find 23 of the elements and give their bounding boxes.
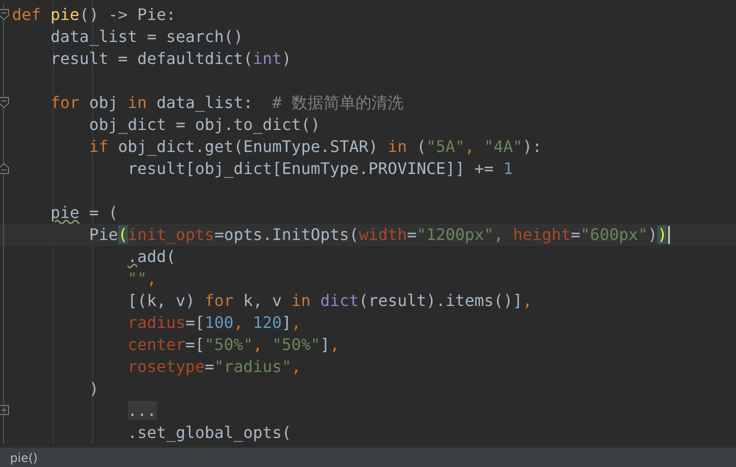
code-line: Pie(init_opts=opts.InitOpts(width="1200px", height="600px")) (88, 224, 668, 246)
code-line: ) (88, 378, 99, 400)
breadcrumb-item[interactable]: pie() (10, 450, 38, 464)
code-line: .add( (126, 246, 176, 268)
fold-icon[interactable] (0, 9, 9, 20)
code-line: .set_global_opts( (126, 422, 292, 444)
code-line: result[obj_dict[EnumType.PROVINCE]] += 1 (126, 158, 513, 180)
fold-icon[interactable] (0, 163, 9, 174)
code-line: center=["50%", "50%"], (126, 334, 340, 356)
code-line: pie = ( (50, 202, 118, 224)
code-line: [(k, v) for k, v in dict(result).items()], (126, 290, 532, 312)
code-line: "", (126, 268, 156, 290)
code-line: obj_dict = obj.to_dict() (88, 114, 320, 136)
code-line: rosetype="radius", (126, 356, 301, 378)
expand-icon[interactable] (0, 405, 9, 415)
code-line: data_list = search() (50, 26, 244, 48)
code-line: result = defaultdict(int) (50, 48, 292, 70)
fold-icon[interactable] (0, 97, 9, 108)
code-line: for obj in data_list: # 数据简单的清洗 (50, 92, 404, 114)
code-line: if obj_dict.get(EnumType.STAR) in ("5A", "4A"): (88, 136, 542, 158)
code-line: def pie() -> Pie: (12, 4, 176, 26)
code-line: radius=[100, 120], (126, 312, 302, 334)
text-caret (668, 226, 670, 244)
